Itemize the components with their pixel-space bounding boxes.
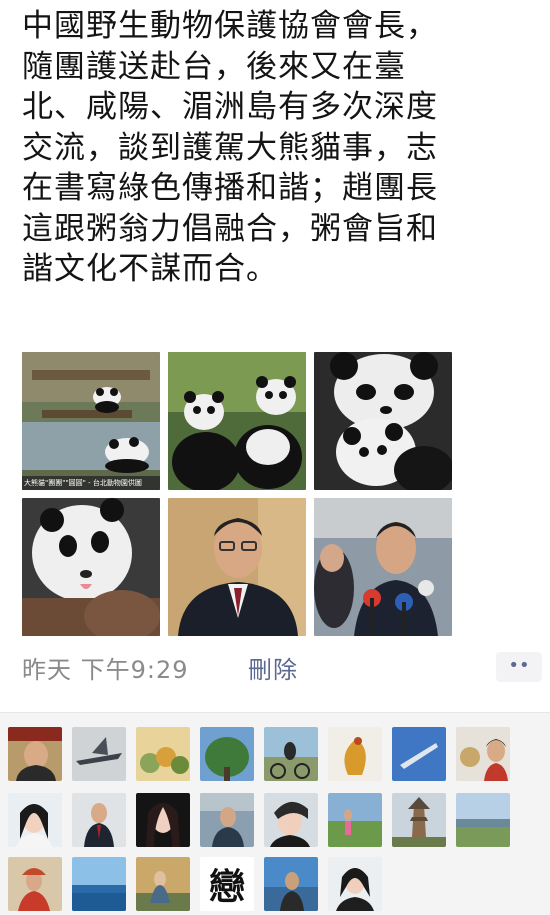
liker-avatar[interactable] (456, 793, 510, 847)
liker-avatar[interactable] (136, 727, 190, 781)
liker-avatar[interactable] (72, 793, 126, 847)
liker-avatar[interactable] (328, 857, 382, 911)
liker-avatar[interactable] (8, 793, 62, 847)
liker-avatar[interactable] (72, 857, 126, 911)
avatar-calligraphy-text: 戀 (209, 867, 245, 908)
liker-avatar[interactable] (392, 793, 446, 847)
photo-pandas-enclosure[interactable]: 大熊貓"團團""圓圓" - 台北動物園供圖 (22, 352, 160, 490)
liker-avatar[interactable] (136, 793, 190, 847)
liker-avatar[interactable] (72, 727, 126, 781)
photo-mother-and-cub[interactable] (314, 352, 452, 490)
photo-panda-cub-closeup[interactable] (22, 498, 160, 636)
photo-two-pandas-eating[interactable] (168, 352, 306, 490)
post-timestamp: 昨天 下午9:29 (22, 656, 189, 684)
liker-avatar[interactable] (392, 727, 446, 781)
photo-caption: 大熊貓"團團""圓圓" - 台北動物園供圖 (24, 479, 142, 487)
likes-panel: 戀 (0, 712, 550, 915)
photo-man-portrait[interactable] (168, 498, 306, 636)
liker-avatar[interactable] (264, 857, 318, 911)
more-options-button[interactable]: •• (496, 652, 542, 682)
liker-avatar[interactable] (328, 793, 382, 847)
post-meta-row: 昨天 下午9:29 刪除 •• (22, 646, 542, 686)
liker-avatar[interactable] (8, 727, 62, 781)
liker-avatar[interactable] (456, 727, 510, 781)
liker-avatar[interactable] (200, 793, 254, 847)
liker-avatar[interactable] (8, 857, 62, 911)
photo-press-interview[interactable] (314, 498, 452, 636)
liker-avatar[interactable]: 戀 (200, 857, 254, 911)
liker-avatar[interactable] (200, 727, 254, 781)
post-text: 中國野生動物保護協會會長， 隨團護送赴台，後來又在臺 北、咸陽、湄洲島有多次深度… (22, 8, 438, 287)
liker-avatar[interactable] (264, 727, 318, 781)
delete-link[interactable]: 刪除 (248, 650, 298, 685)
liker-avatar[interactable] (264, 793, 318, 847)
liker-avatar[interactable] (328, 727, 382, 781)
liker-avatar[interactable] (136, 857, 190, 911)
